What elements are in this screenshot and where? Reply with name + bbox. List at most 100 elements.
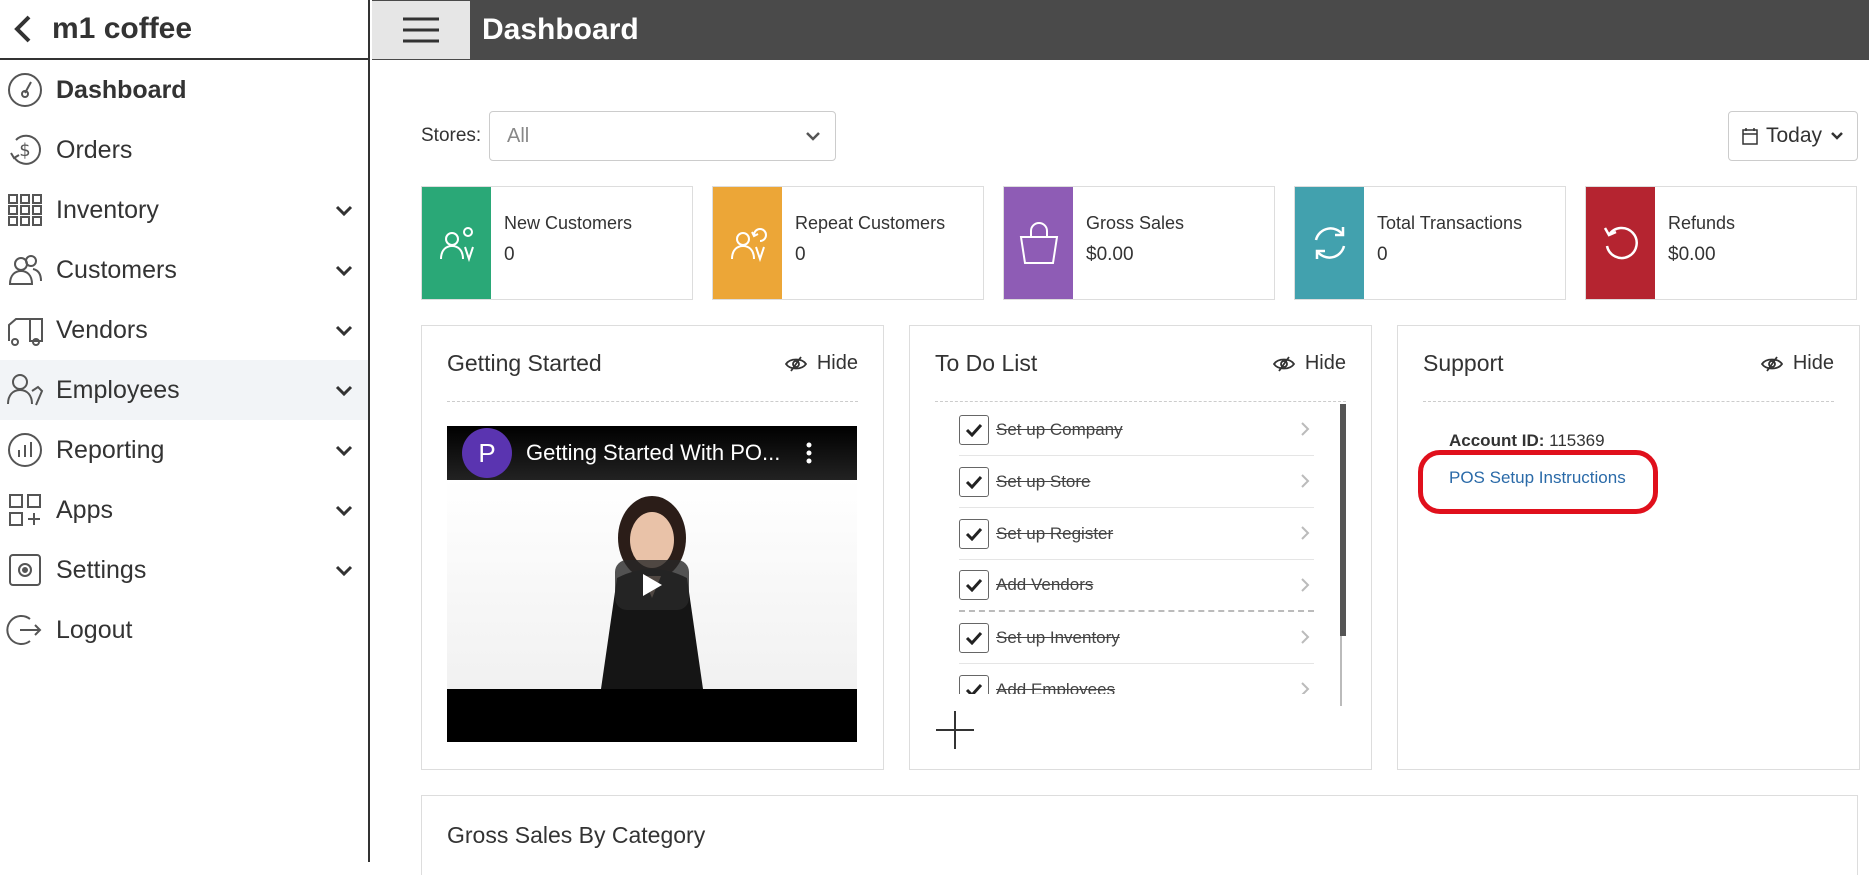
sidebar-item-reporting[interactable]: Reporting xyxy=(0,420,368,480)
chevron-right-icon xyxy=(1301,526,1310,540)
sidebar-item-label: Orders xyxy=(56,135,133,164)
todo-checkbox[interactable] xyxy=(959,622,989,653)
todo-label: Set up Store xyxy=(996,471,1091,491)
sidebar-item-vendors[interactable]: Vendors xyxy=(0,300,368,360)
todo-checkbox[interactable] xyxy=(959,570,989,600)
hide-button[interactable]: Hide xyxy=(1760,352,1834,375)
sidebar-item-logout[interactable]: Logout xyxy=(0,600,368,660)
sidebar: m1 coffee Dashboard $ Orders Inventory C… xyxy=(0,0,370,862)
sidebar-item-label: Reporting xyxy=(56,435,165,464)
todo-label: Set up Register xyxy=(996,523,1114,543)
stat-card-gross-sales[interactable]: Gross Sales $0.00 xyxy=(1003,186,1275,300)
logout-icon xyxy=(6,611,44,649)
plus-icon[interactable] xyxy=(934,709,976,751)
sidebar-item-label: Apps xyxy=(56,495,113,524)
stores-select-value: All xyxy=(507,124,530,147)
sidebar-item-label: Logout xyxy=(56,615,133,644)
getting-started-card: Getting Started Hide P Getting Started W… xyxy=(421,325,884,770)
top-bar: Dashboard xyxy=(372,0,1869,60)
video-title[interactable]: Getting Started With PO... xyxy=(526,440,780,466)
shopping-bag-icon xyxy=(1004,187,1073,299)
chevron-down-icon[interactable] xyxy=(334,440,354,460)
chevron-right-icon xyxy=(1301,578,1310,592)
sidebar-item-employees[interactable]: Employees xyxy=(0,360,368,420)
chevron-down-icon[interactable] xyxy=(334,320,354,340)
date-range-label: Today xyxy=(1765,124,1823,147)
chevron-right-icon xyxy=(1301,682,1310,694)
pos-setup-instructions-link[interactable]: POS Setup Instructions xyxy=(1449,468,1626,488)
todo-item[interactable]: Add Vendors xyxy=(959,560,1314,612)
dollar-refresh-icon: $ xyxy=(6,131,44,169)
bar-chart-icon xyxy=(6,431,44,469)
stat-card-refunds[interactable]: Refunds $0.00 xyxy=(1585,186,1857,300)
sidebar-item-label: Dashboard xyxy=(56,75,187,104)
truck-icon xyxy=(6,311,44,349)
todo-checkbox[interactable] xyxy=(959,414,989,445)
hide-label: Hide xyxy=(1792,352,1834,374)
app-title: m1 coffee xyxy=(52,12,193,45)
stat-value: 0 xyxy=(795,244,806,265)
sidebar-item-dashboard[interactable]: Dashboard xyxy=(0,60,368,120)
chevron-down-icon[interactable] xyxy=(334,500,354,520)
todo-scrollbar[interactable] xyxy=(1340,404,1346,636)
sidebar-item-settings[interactable]: Settings xyxy=(0,540,368,600)
account-id-value: 115369 xyxy=(1549,431,1605,450)
todo-checkbox[interactable] xyxy=(959,674,989,694)
sidebar-item-orders[interactable]: $ Orders xyxy=(0,120,368,180)
sidebar-item-inventory[interactable]: Inventory xyxy=(0,180,368,240)
stat-card-repeat-customers[interactable]: Repeat Customers 0 xyxy=(712,186,984,300)
chevron-down-icon[interactable] xyxy=(334,560,354,580)
video-title-bar: P Getting Started With PO... xyxy=(447,426,857,480)
stores-select[interactable]: All xyxy=(489,111,836,161)
stat-card-new-customers[interactable]: New Customers 0 xyxy=(421,186,693,300)
back-arrow-icon[interactable] xyxy=(8,9,38,49)
chevron-down-icon xyxy=(806,132,820,141)
hamburger-menu-button[interactable] xyxy=(372,1,470,59)
stat-value: $0.00 xyxy=(1086,244,1134,265)
sidebar-item-label: Employees xyxy=(56,375,180,404)
stat-card-total-transactions[interactable]: Total Transactions 0 xyxy=(1294,186,1566,300)
todo-item[interactable]: Set up Store xyxy=(959,456,1314,508)
todo-item[interactable]: Set up Company xyxy=(959,404,1314,456)
hide-button[interactable]: Hide xyxy=(1272,352,1346,375)
more-vertical-icon[interactable] xyxy=(805,441,813,465)
stat-value: 0 xyxy=(1377,244,1388,265)
stores-label: Stores: xyxy=(421,125,482,146)
account-id-label: Account ID: xyxy=(1449,431,1545,450)
chevron-down-icon[interactable] xyxy=(334,260,354,280)
chevron-down-icon[interactable] xyxy=(334,200,354,220)
play-button[interactable] xyxy=(615,560,689,610)
sidebar-item-label: Inventory xyxy=(56,195,159,224)
todo-label: Set up Inventory xyxy=(996,627,1120,647)
eye-slash-icon xyxy=(784,355,807,372)
chevron-right-icon xyxy=(1301,422,1310,436)
hide-label: Hide xyxy=(1304,352,1346,374)
stat-label: New Customers xyxy=(504,213,633,233)
sidebar-item-customers[interactable]: Customers xyxy=(0,240,368,300)
todo-item[interactable]: Set up Inventory xyxy=(959,612,1314,664)
hide-label: Hide xyxy=(816,352,858,374)
todo-label: Set up Company xyxy=(996,419,1123,439)
new-customer-icon xyxy=(422,187,491,299)
todo-item[interactable]: Set up Register xyxy=(959,508,1314,560)
hamburger-icon xyxy=(403,17,439,43)
date-range-button[interactable]: Today xyxy=(1728,111,1858,161)
sidebar-header: m1 coffee xyxy=(0,0,368,60)
main-content: Stores: All Today New Customers 0 Repeat… xyxy=(372,60,1869,875)
todo-checkbox[interactable] xyxy=(959,466,989,497)
gear-icon xyxy=(6,551,44,589)
sidebar-item-apps[interactable]: Apps xyxy=(0,480,368,540)
todo-item[interactable]: Add Employees xyxy=(959,664,1314,694)
support-card: Support Hide Account ID: 115369 POS Setu… xyxy=(1397,325,1860,770)
stat-label: Refunds xyxy=(1668,213,1736,233)
chevron-down-icon[interactable] xyxy=(334,380,354,400)
sidebar-item-label: Settings xyxy=(56,555,147,584)
channel-avatar[interactable]: P xyxy=(462,428,512,478)
todo-checkbox[interactable] xyxy=(959,518,989,549)
hide-button[interactable]: Hide xyxy=(784,352,858,375)
video-player[interactable]: P Getting Started With PO... xyxy=(447,426,857,742)
employee-icon xyxy=(6,371,44,409)
chevron-down-icon xyxy=(1831,132,1843,140)
todo-list: Set up Company Set up Store Set up Regis… xyxy=(959,404,1314,694)
apps-icon xyxy=(6,491,44,529)
